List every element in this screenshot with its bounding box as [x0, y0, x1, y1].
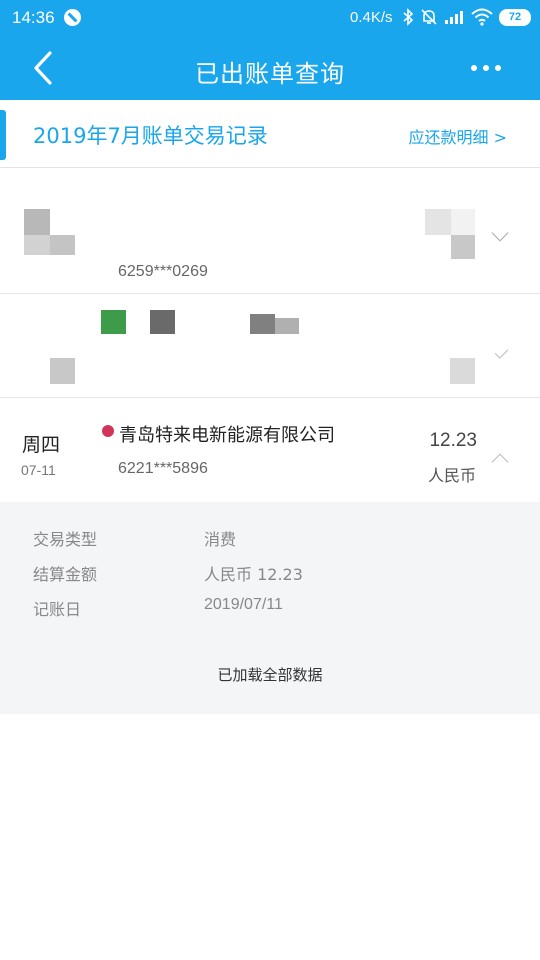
transaction-row[interactable] — [0, 294, 540, 398]
card-number: 6259***0269 — [118, 263, 208, 280]
status-bar: 14:36 0.4K/s 72 — [0, 0, 540, 36]
bill-month-title: 2019年7月账单交易记录 — [33, 124, 268, 148]
page-title: 已出账单查询 — [195, 60, 345, 88]
redacted-mosaic — [425, 209, 451, 235]
detail-row: 记账日 2019/07/11 — [0, 596, 540, 622]
detail-label: 交易类型 — [33, 530, 98, 549]
redacted-mosaic — [24, 209, 50, 237]
detail-row: 交易类型 消费 — [0, 526, 540, 552]
card-number: 6221***5896 — [118, 460, 208, 477]
transaction-date: 07-11 — [21, 462, 56, 478]
detail-label: 记账日 — [33, 600, 82, 619]
chevron-down-icon — [491, 224, 509, 242]
network-speed: 0.4K/s — [350, 9, 393, 26]
check-icon — [494, 345, 509, 359]
transaction-currency: 人民币 — [427, 466, 476, 485]
all-loaded-text: 已加载全部数据 — [217, 666, 323, 684]
transaction-amount: 12.23 — [429, 430, 477, 451]
bluetooth-icon — [402, 8, 414, 30]
more-icon — [471, 65, 477, 71]
detail-value: 2019/07/11 — [204, 596, 283, 613]
chevron-up-icon[interactable] — [491, 453, 509, 471]
merchant-name: 青岛特来电新能源有限公司 — [119, 425, 335, 446]
detail-value: 人民币 12.23 — [204, 565, 303, 584]
transaction-row[interactable]: 周四 07-11 青岛特来电新能源有限公司 6221***5896 12.23 … — [0, 398, 540, 502]
wifi-icon — [471, 8, 493, 30]
repayment-detail-link[interactable]: 应还款明细 > — [409, 124, 508, 148]
detail-label: 结算金额 — [33, 565, 98, 584]
notification-icon — [64, 9, 81, 26]
battery-icon: 72 — [499, 9, 531, 26]
transaction-details: 交易类型 消费 结算金额 人民币 12.23 记账日 2019/07/11 已加… — [0, 502, 540, 714]
mute-icon — [420, 8, 438, 30]
detail-value: 消费 — [204, 530, 237, 549]
signal-icon — [444, 8, 464, 30]
merchant-dot-icon — [102, 425, 114, 437]
status-time: 14:36 — [12, 8, 55, 27]
accent-bar — [0, 110, 6, 160]
more-button[interactable] — [466, 52, 506, 82]
detail-row: 结算金额 人民币 12.23 — [0, 561, 540, 587]
nav-bar: 已出账单查询 — [0, 36, 540, 100]
transaction-row[interactable]: 6259***0269 — [0, 169, 540, 294]
bill-month-header: 2019年7月账单交易记录 应还款明细 > — [0, 100, 540, 168]
redacted-mosaic — [101, 310, 126, 334]
transaction-weekday: 周四 — [22, 434, 61, 456]
